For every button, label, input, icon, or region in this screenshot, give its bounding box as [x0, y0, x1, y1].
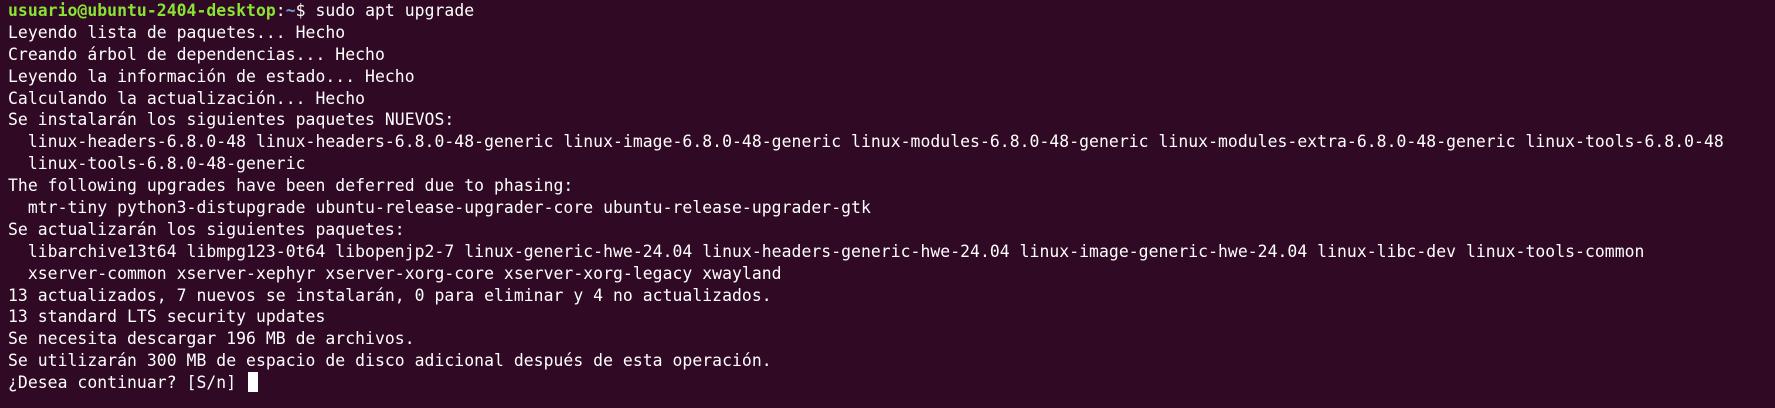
output-line: Leyendo lista de paquetes... Hecho	[8, 22, 346, 42]
download-size-line: Se necesita descargar 196 MB de archivos…	[8, 329, 415, 349]
security-updates-line: 13 standard LTS security updates	[8, 307, 326, 327]
output-line: The following upgrades have been deferre…	[8, 176, 574, 196]
prompt-command: sudo apt upgrade	[315, 1, 475, 20]
output-line: Calculando la actualización... Hecho	[8, 88, 366, 108]
confirm-prompt-line[interactable]: ¿Desea continuar? [S/n]	[8, 372, 1775, 394]
output-line: Se instalarán los siguientes paquetes NU…	[8, 110, 455, 130]
package-list-line: linux-tools-6.8.0-48-generic	[8, 154, 306, 174]
text-cursor[interactable]	[248, 372, 259, 393]
output-line: Leyendo la información de estado... Hech…	[8, 66, 415, 86]
package-list-line: linux-headers-6.8.0-48 linux-headers-6.8…	[8, 132, 1724, 152]
prompt-symbol: $	[295, 1, 316, 20]
prompt-user-host: usuario@ubuntu-2404-desktop	[8, 1, 276, 20]
prompt-path: ~	[285, 1, 296, 20]
summary-line: 13 actualizados, 7 nuevos se instalarán,…	[8, 285, 772, 305]
output-line: Se actualizarán los siguientes paquetes:	[8, 219, 405, 239]
output-line: Creando árbol de dependencias... Hecho	[8, 44, 385, 64]
package-list-line: mtr-tiny python3-distupgrade ubuntu-rele…	[8, 198, 871, 218]
package-list-line: xserver-common xserver-xephyr xserver-xo…	[8, 263, 782, 283]
terminal-window[interactable]: usuario@ubuntu-2404-desktop:~$ sudo apt …	[0, 0, 1775, 408]
confirm-prompt-text: ¿Desea continuar? [S/n]	[8, 373, 247, 393]
package-list-line: libarchive13t64 libmpg123-0t64 libopenjp…	[8, 241, 1645, 261]
prompt-separator: :	[275, 1, 286, 20]
disk-space-line: Se utilizarán 300 MB de espacio de disco…	[8, 351, 772, 371]
command-prompt-line: usuario@ubuntu-2404-desktop:~$ sudo apt …	[8, 0, 1775, 22]
